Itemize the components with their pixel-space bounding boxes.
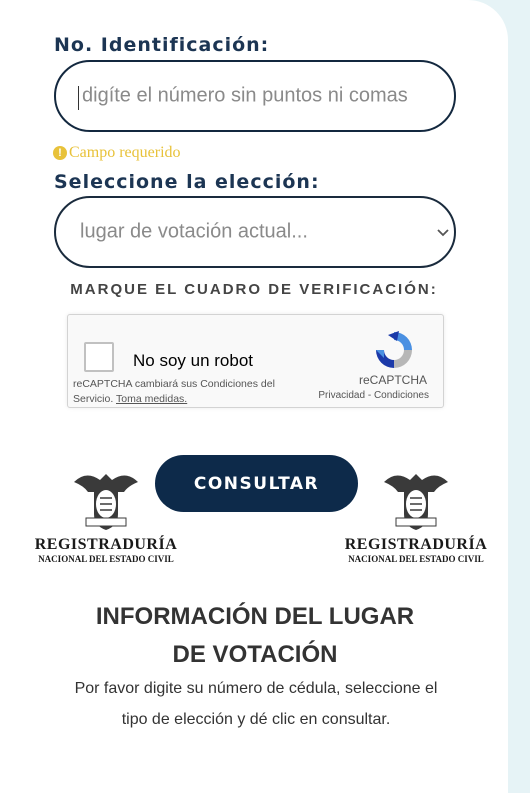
election-select[interactable]: lugar de votación actual...	[54, 196, 456, 268]
info-title: INFORMACIÓN DEL LUGAR DE VOTACIÓN	[0, 598, 510, 674]
recaptcha-checkbox[interactable]	[84, 342, 114, 372]
info-text-line1: Por favor digite su número de cédula, se…	[74, 680, 438, 697]
warning-icon: !	[53, 146, 67, 160]
required-text: Campo requerido	[69, 144, 181, 161]
national-shield-icon	[74, 474, 138, 530]
id-field-wrapper[interactable]	[54, 60, 456, 132]
logo-subtitle: NACIONAL DEL ESTADO CIVIL	[38, 554, 174, 564]
logo-subtitle: NACIONAL DEL ESTADO CIVIL	[348, 554, 484, 564]
national-shield-icon	[384, 474, 448, 530]
info-title-line1: INFORMACIÓN DEL LUGAR	[95, 603, 415, 630]
recaptcha-note: reCAPTCHA cambiará sus Condiciones del S…	[73, 377, 303, 407]
registraduria-logo-left: REGISTRADURÍA NACIONAL DEL ESTADO CIVIL	[27, 468, 185, 568]
election-selected-value: lugar de votación actual...	[80, 220, 308, 243]
take-action-link[interactable]: Toma medidas.	[116, 393, 187, 405]
required-message: ! Campo requerido	[53, 144, 181, 162]
recaptcha-brand: reCAPTCHA	[358, 373, 427, 387]
chevron-down-icon	[437, 229, 449, 237]
info-text-line2: tipo de elección y dé clic en consultar.	[121, 711, 391, 728]
info-text: Por favor digite su número de cédula, se…	[0, 673, 512, 735]
recaptcha-widget: No soy un robot reCAPTCHA Privacidad - C…	[67, 314, 444, 408]
id-label: No. Identificación:	[54, 34, 270, 56]
recaptcha-checkbox-label: No soy un robot	[133, 351, 254, 370]
info-title-line2: DE VOTACIÓN	[172, 641, 338, 668]
election-label: Seleccione la elección:	[54, 171, 320, 193]
registraduria-logo-right: REGISTRADURÍA NACIONAL DEL ESTADO CIVIL	[337, 468, 495, 568]
logo-name: REGISTRADURÍA	[34, 536, 178, 553]
terms-separator: -	[365, 390, 374, 401]
terms-link[interactable]: Condiciones	[374, 390, 429, 401]
consult-button[interactable]: CONSULTAR	[155, 455, 358, 512]
id-input[interactable]	[80, 83, 434, 109]
logo-name: REGISTRADURÍA	[344, 536, 488, 553]
privacy-link[interactable]: Privacidad	[318, 390, 365, 401]
recaptcha-terms: Privacidad - Condiciones	[318, 390, 429, 401]
text-caret	[78, 86, 79, 110]
verify-title: MARQUE EL CUADRO DE VERIFICACIÓN:	[70, 281, 438, 298]
recaptcha-logo-icon	[376, 331, 412, 368]
form-card: No. Identificación: ! Campo requerido Se…	[0, 0, 508, 793]
